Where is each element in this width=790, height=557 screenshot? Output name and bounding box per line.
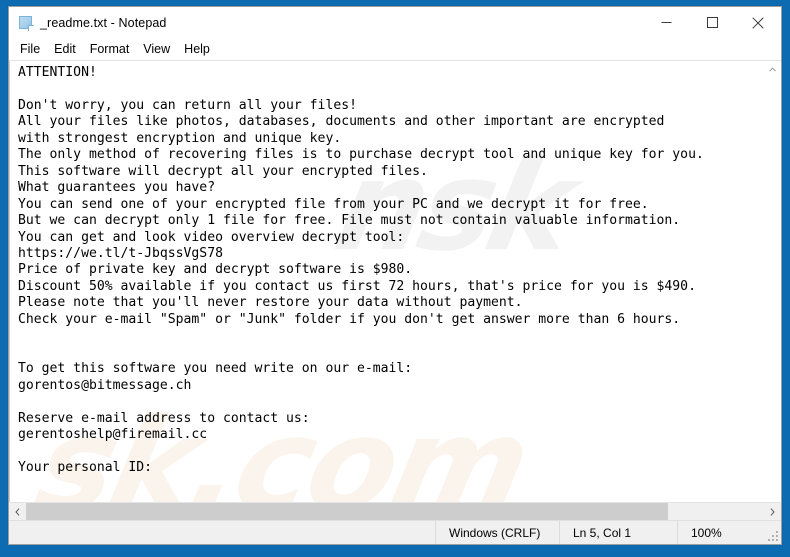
scroll-right-icon[interactable] — [764, 503, 781, 520]
menu-item-view[interactable]: View — [136, 41, 177, 58]
menu-item-help[interactable]: Help — [177, 41, 217, 58]
chevron-up-icon — [769, 67, 776, 72]
menu-item-format[interactable]: Format — [83, 41, 137, 58]
maximize-button[interactable] — [689, 7, 735, 38]
menu-item-file[interactable]: File — [18, 41, 47, 58]
status-encoding: Windows (CRLF) — [435, 521, 559, 544]
resize-grip[interactable] — [766, 529, 778, 541]
minimize-button[interactable] — [643, 7, 689, 38]
vertical-scrollbar[interactable] — [763, 61, 781, 502]
title-bar[interactable]: _readme.txt - Notepad — [9, 7, 781, 38]
chevron-left-icon — [15, 507, 20, 516]
window-title: _readme.txt - Notepad — [40, 15, 167, 30]
maximize-icon — [706, 17, 718, 28]
horizontal-scroll-thumb[interactable] — [26, 503, 669, 520]
status-cursor-position: Ln 5, Col 1 — [559, 521, 677, 544]
vertical-scroll-track[interactable] — [764, 78, 781, 502]
chevron-right-icon — [770, 507, 775, 516]
horizontal-scrollbar[interactable] — [9, 502, 781, 520]
ransom-note-text[interactable]: ATTENTION! Don't worry, you can return a… — [10, 61, 763, 476]
scroll-left-icon[interactable] — [9, 503, 26, 520]
close-button[interactable] — [735, 7, 781, 38]
horizontal-scroll-track[interactable] — [26, 503, 764, 520]
status-bar: Windows (CRLF) Ln 5, Col 1 100% — [9, 520, 781, 544]
close-icon — [752, 16, 764, 29]
scroll-up-icon[interactable] — [764, 61, 781, 78]
minimize-icon — [661, 22, 671, 23]
notepad-document-icon — [18, 15, 34, 31]
window-controls — [643, 7, 781, 38]
notepad-window: _readme.txt - Notepad File Edit Format V… — [8, 6, 782, 545]
menu-item-edit[interactable]: Edit — [47, 41, 83, 58]
menu-bar: File Edit Format View Help — [9, 38, 781, 60]
desktop-background: _readme.txt - Notepad File Edit Format V… — [0, 0, 790, 557]
editor-region: nsk sk.com ATTENTION! Don't worry, you c… — [9, 60, 781, 502]
text-editor-area[interactable]: nsk sk.com ATTENTION! Don't worry, you c… — [9, 61, 763, 502]
